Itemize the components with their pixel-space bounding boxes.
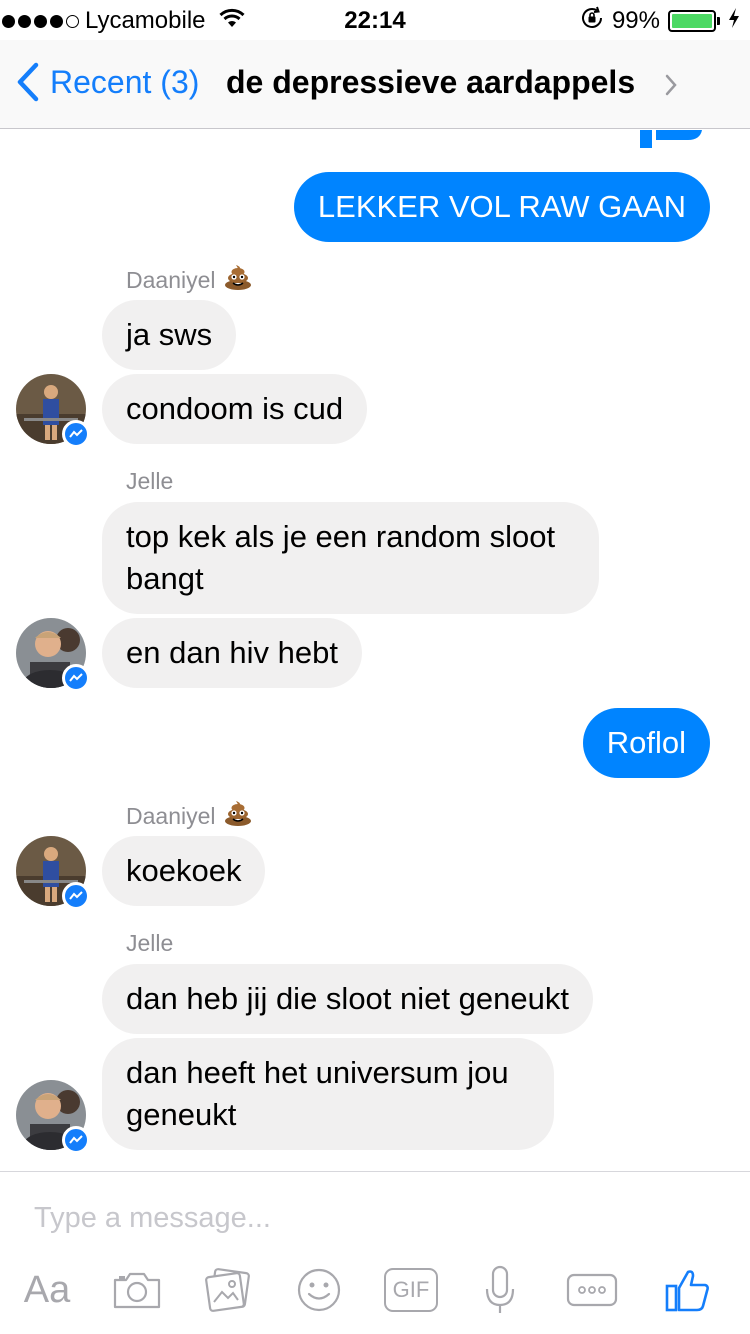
incoming-message[interactable]: dan heeft het universum jou geneukt bbox=[102, 1038, 554, 1150]
photos-button[interactable] bbox=[203, 1262, 253, 1318]
avatar[interactable] bbox=[16, 1080, 90, 1154]
avatar[interactable] bbox=[16, 618, 90, 692]
incoming-message[interactable]: koekoek bbox=[102, 836, 266, 906]
smiley-icon bbox=[297, 1268, 341, 1312]
status-right: 99% bbox=[580, 6, 740, 37]
incoming-message[interactable]: ja sws bbox=[102, 300, 237, 370]
gif-button[interactable]: GIF bbox=[383, 1262, 439, 1318]
thumbs-up-icon bbox=[665, 1270, 709, 1312]
navigation-bar: Recent (3) de depressieve aardappels bbox=[0, 40, 750, 129]
incoming-message[interactable]: condoom is cud bbox=[102, 374, 368, 444]
gif-icon: GIF bbox=[384, 1268, 438, 1312]
sender-name: Jelle bbox=[126, 468, 174, 494]
photos-icon bbox=[205, 1268, 250, 1312]
battery-percent: 99% bbox=[611, 7, 660, 34]
poop-emoji-icon bbox=[224, 800, 252, 832]
incoming-message[interactable]: dan heb jij die sloot niet geneukt bbox=[102, 964, 593, 1034]
message-composer: Aa GIF bbox=[0, 1171, 750, 1334]
back-button[interactable]: Recent (3) bbox=[16, 62, 199, 102]
messenger-badge-icon bbox=[62, 1126, 90, 1154]
message-thread[interactable]: LEKKER VOL RAW GAAN Daaniyel ja sws cond… bbox=[0, 130, 750, 1171]
text-format-button[interactable]: Aa bbox=[18, 1262, 76, 1318]
chevron-right-icon[interactable] bbox=[664, 74, 678, 96]
camera-button[interactable] bbox=[110, 1262, 164, 1318]
composer-toolbar: Aa GIF bbox=[0, 1262, 750, 1322]
thumbs-up-sticker-icon bbox=[640, 130, 702, 148]
conversation-title[interactable]: de depressieve aardappels bbox=[226, 64, 635, 101]
emoji-button[interactable] bbox=[295, 1262, 343, 1318]
camera-icon bbox=[113, 1272, 161, 1309]
avatar[interactable] bbox=[16, 374, 90, 448]
chevron-left-icon bbox=[17, 62, 39, 102]
microphone-icon bbox=[485, 1265, 515, 1313]
poop-emoji-icon bbox=[224, 264, 252, 296]
sender-name: Daaniyel bbox=[126, 800, 252, 832]
orientation-lock-icon bbox=[580, 6, 604, 37]
message-input[interactable] bbox=[34, 1198, 714, 1238]
gif-label: GIF bbox=[392, 1277, 430, 1302]
messenger-badge-icon bbox=[62, 664, 90, 692]
incoming-message[interactable]: en dan hiv hebt bbox=[102, 618, 363, 688]
like-button[interactable] bbox=[662, 1262, 712, 1318]
status-bar: Lycamobile 22:14 99% bbox=[0, 0, 750, 40]
charging-bolt-icon bbox=[728, 7, 740, 36]
messenger-badge-icon bbox=[62, 882, 90, 910]
sender-name: Daaniyel bbox=[126, 264, 252, 296]
outgoing-message[interactable]: Roflol bbox=[582, 708, 710, 778]
text-format-label: Aa bbox=[23, 1268, 71, 1311]
outgoing-message[interactable]: LEKKER VOL RAW GAAN bbox=[293, 172, 710, 242]
voice-button[interactable] bbox=[482, 1262, 518, 1318]
messenger-badge-icon bbox=[62, 420, 90, 448]
incoming-message[interactable]: top kek als je een random sloot bangt bbox=[102, 502, 599, 614]
avatar[interactable] bbox=[16, 836, 90, 910]
back-label: Recent (3) bbox=[50, 63, 200, 100]
more-icon bbox=[566, 1273, 618, 1307]
more-button[interactable] bbox=[566, 1262, 618, 1318]
sender-name: Jelle bbox=[126, 930, 174, 956]
battery-icon bbox=[668, 10, 720, 32]
